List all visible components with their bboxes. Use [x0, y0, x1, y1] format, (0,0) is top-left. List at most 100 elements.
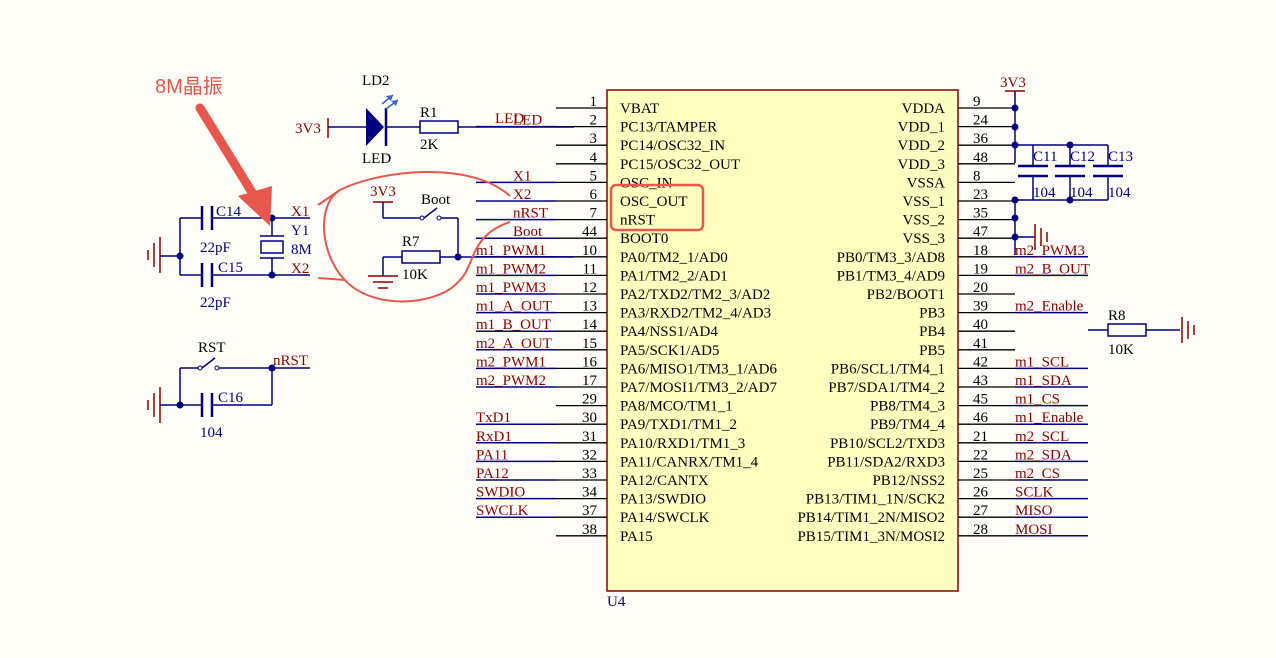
pin-number: 19	[973, 261, 988, 277]
net-label-mosi: MOSI	[1015, 522, 1053, 538]
pin-name-pb11-sda2-rxd3: PB11/SDA2/RXD3	[827, 454, 945, 470]
net-label-swdio: SWDIO	[476, 485, 525, 501]
net-label-x2: X2	[513, 187, 531, 203]
pin-number: 9	[973, 94, 981, 110]
net-label-m2-pwm1: m2_PWM1	[476, 354, 546, 370]
pin-name-pb7-sda1-tm4-2: PB7/SDA1/TM4_2	[828, 380, 945, 396]
pin-number: 11	[583, 261, 597, 277]
pin-name-pc14-osc32-in: PC14/OSC32_IN	[620, 138, 725, 154]
pin-name-vdda: VDDA	[902, 101, 945, 117]
boot-switch-contact	[419, 215, 425, 221]
pin-name-pa12-cantx: PA12/CANTX	[620, 473, 709, 489]
net-label-sclk: SCLK	[1015, 485, 1054, 501]
pin-number: 8	[973, 168, 981, 184]
pin-name-osc-in: OSC_IN	[620, 175, 673, 191]
led-ref: LD2	[362, 73, 390, 89]
pin-number: 27	[973, 503, 989, 519]
r8-ref: R8	[1108, 308, 1126, 324]
pin-name-pa0-tm2-1-ad0: PA0/TM2_1/AD0	[620, 250, 728, 266]
pin-number: 31	[582, 429, 597, 445]
net-label-m2-cs: m2_CS	[1015, 466, 1060, 482]
pin-name-vss-1: VSS_1	[902, 194, 945, 210]
power-3v3-boot-label: 3V3	[370, 184, 396, 200]
c14-value: 22pF	[200, 240, 231, 256]
pin-name-pb8-tm4-3: PB8/TM4_3	[870, 399, 945, 415]
power-3v3-top-label: 3V3	[1000, 75, 1026, 91]
pin-number: 46	[973, 410, 989, 426]
net-label-m2-pwm3: m2_PWM3	[1015, 243, 1085, 259]
pin-name-pa4-nss1-ad4: PA4/NSS1/AD4	[620, 324, 718, 340]
pin-name-pb6-scl1-tm4-1: PB6/SCL1/TM4_1	[831, 361, 945, 377]
pin-number: 38	[582, 522, 597, 538]
pin-name-boot0: BOOT0	[620, 231, 668, 247]
crystal-annotation: 8M晶振	[155, 75, 223, 98]
led-emission-arrows	[381, 94, 399, 110]
r1-body	[419, 120, 459, 134]
net-label-miso: MISO	[1015, 503, 1053, 519]
pin-number: 6	[590, 187, 598, 203]
pin-name-pa7-mosi1-tm3-2-ad7: PA7/MOSI1/TM3_2/AD7	[620, 380, 777, 396]
boot-switch-lever	[423, 207, 438, 219]
r8-body	[1107, 323, 1147, 337]
nrst-net-label: nRST	[273, 353, 308, 369]
pin-number: 15	[582, 336, 597, 352]
pin-number: 14	[582, 317, 598, 333]
y1-value: 8M	[291, 242, 312, 258]
pin-number: 1	[590, 94, 598, 110]
power-3v3-led-label: 3V3	[295, 121, 321, 137]
pin-number: 42	[973, 354, 988, 370]
r1-value: 2K	[420, 137, 439, 153]
net-label-swclk: SWCLK	[476, 503, 529, 519]
pin-name-pa13-swdio: PA13/SWDIO	[620, 492, 706, 508]
pin-number: 29	[582, 392, 597, 408]
pin-name-pc13-tamper: PC13/TAMPER	[620, 120, 717, 136]
pin-number: 28	[973, 522, 988, 538]
pin-number: 43	[973, 373, 988, 389]
led-type: LED	[362, 151, 391, 167]
pin-name-pb9-tm4-4: PB9/TM4_4	[870, 417, 946, 433]
pin-name-vbat: VBAT	[620, 101, 659, 117]
x2-net-label: X2	[291, 261, 309, 277]
pin-name-pa10-rxd1-tm1-3: PA10/RXD1/TM1_3	[620, 436, 745, 452]
c16-value: 104	[200, 425, 223, 441]
r7-value: 10K	[402, 267, 428, 283]
pin-number: 41	[973, 336, 988, 352]
c13-value: 104	[1108, 185, 1131, 201]
pin-number: 34	[582, 485, 598, 501]
pin-name-pb5: PB5	[919, 343, 945, 359]
pin-number: 3	[590, 131, 598, 147]
boot-switch-label: Boot	[421, 192, 451, 208]
pin-name-pb2-boot1: PB2/BOOT1	[867, 287, 945, 303]
schematic-canvas: U4 1 VBAT 2 PC13/TAMPER LED 3 PC14/OSC32_IN 4 PC…	[147, 73, 1195, 610]
pin-number: 45	[973, 392, 988, 408]
net-label-m1-cs: m1_CS	[1015, 392, 1060, 408]
net-label-x1: X1	[513, 168, 531, 184]
pin-number: 4	[590, 150, 598, 166]
pin-number: 40	[973, 317, 988, 333]
c11-value: 104	[1033, 185, 1056, 201]
pin-name-osc-out: OSC_OUT	[620, 194, 688, 210]
net-label-m2-enable: m2_Enable	[1015, 299, 1084, 315]
pin-number: 33	[582, 466, 597, 482]
pin-number: 44	[582, 224, 598, 240]
ground-symbol	[147, 387, 161, 423]
c15-value: 22pF	[200, 295, 231, 311]
pin-number: 32	[582, 447, 597, 463]
pin-number: 47	[973, 224, 989, 240]
pin-name-pb3: PB3	[919, 306, 945, 322]
pin-name-pa2-txd2-tm2-3-ad2: PA2/TXD2/TM2_3/AD2	[620, 287, 770, 303]
pin-name-pa11-canrx-tm1-4: PA11/CANRX/TM1_4	[620, 454, 759, 470]
pin-name-pb4: PB4	[919, 324, 945, 340]
ground-symbol	[1181, 317, 1195, 343]
net-label-txd1: TxD1	[476, 410, 511, 426]
junction	[1011, 196, 1019, 204]
pin-name-pb14-tim1-2n-miso2: PB14/TIM1_2N/MISO2	[797, 510, 945, 526]
pin-number: 22	[973, 447, 988, 463]
c15-ref: C15	[218, 260, 243, 276]
net-label-nrst: nRST	[513, 206, 548, 222]
pin-number: 5	[590, 168, 598, 184]
net-label-m1-enable: m1_Enable	[1015, 410, 1084, 426]
pin-name-vdd-3: VDD_3	[898, 157, 946, 173]
pin-number: 18	[973, 243, 988, 259]
pin-name-vss-3: VSS_3	[902, 231, 945, 247]
